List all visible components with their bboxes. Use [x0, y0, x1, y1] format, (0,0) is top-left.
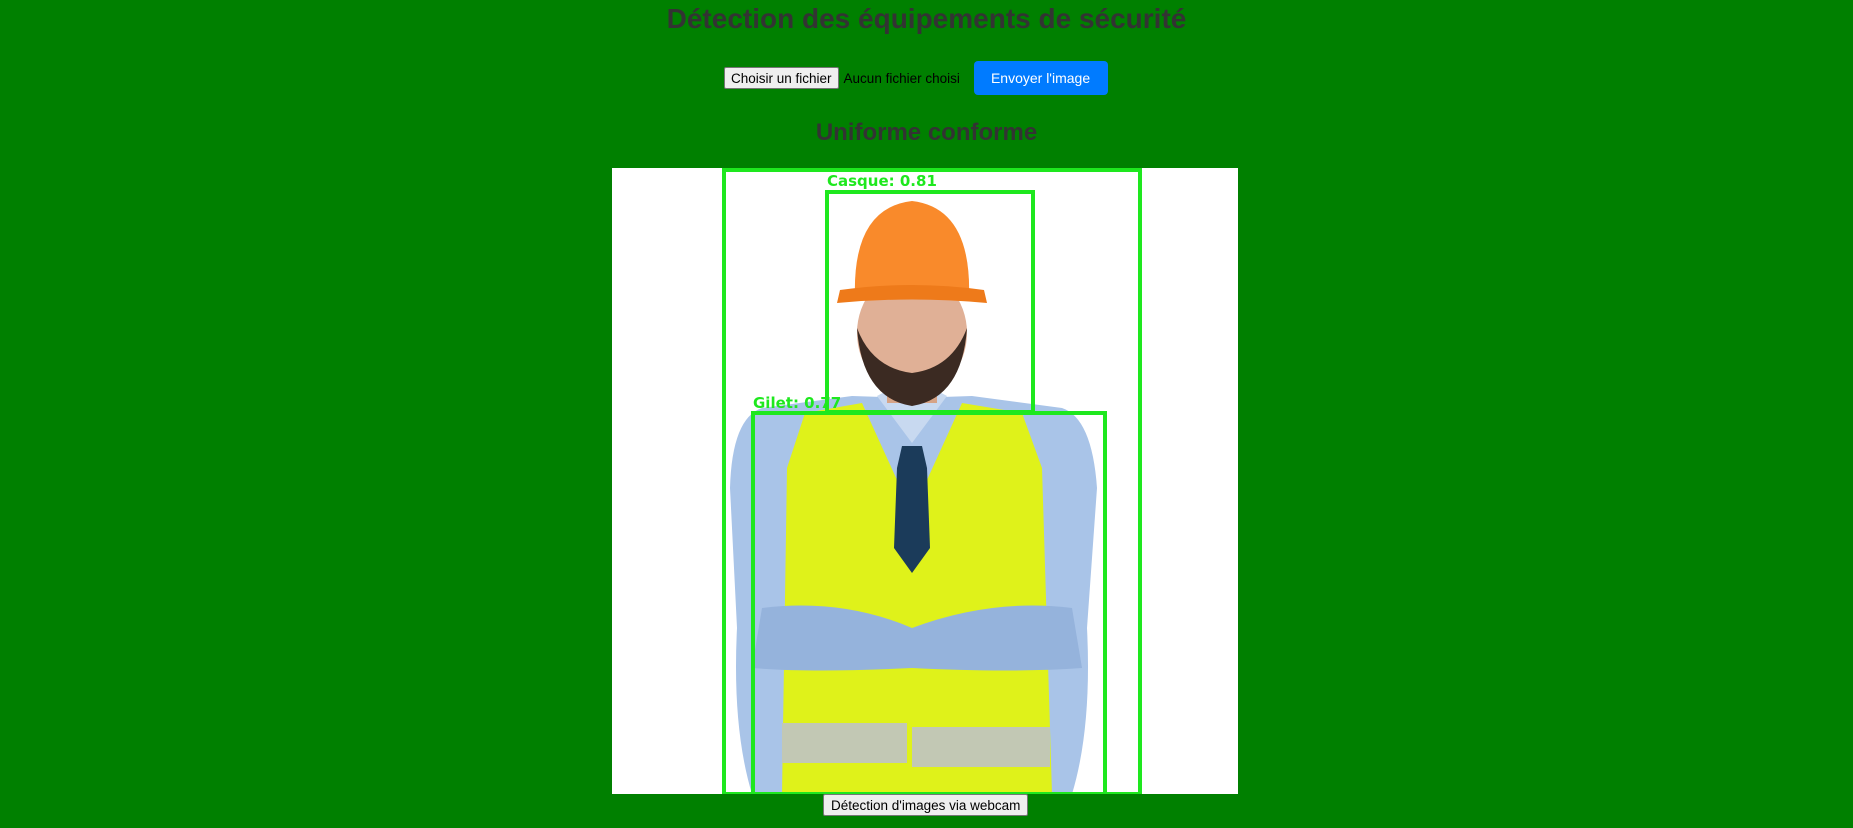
helmet-shape — [854, 201, 970, 298]
choose-file-button[interactable]: Choisir un fichier — [724, 67, 839, 89]
upload-form: Choisir un fichier Aucun fichier choisi … — [724, 60, 1108, 96]
webcam-detection-button[interactable]: Détection d'images via webcam — [823, 794, 1029, 816]
page-title: Détection des équipements de sécurité — [666, 3, 1187, 34]
vest-stripe — [912, 727, 1050, 767]
annotated-photo: Casque: 0.81 Gilet: 0.77 — [722, 168, 1142, 794]
page: Détection des équipements de sécurité Ch… — [0, 0, 1853, 828]
vest-stripe — [782, 723, 907, 763]
vest-detection-label: Gilet: 0.77 — [753, 394, 841, 412]
tie-shape — [894, 446, 930, 573]
detection-result-image: Casque: 0.81 Gilet: 0.77 — [612, 168, 1238, 794]
helmet-detection-label: Casque: 0.81 — [827, 172, 937, 190]
send-image-button[interactable]: Envoyer l'image — [973, 61, 1108, 95]
result-heading: Uniforme conforme — [815, 119, 1038, 146]
file-status-text: Aucun fichier choisi — [843, 70, 960, 86]
worker-illustration — [730, 201, 1097, 794]
